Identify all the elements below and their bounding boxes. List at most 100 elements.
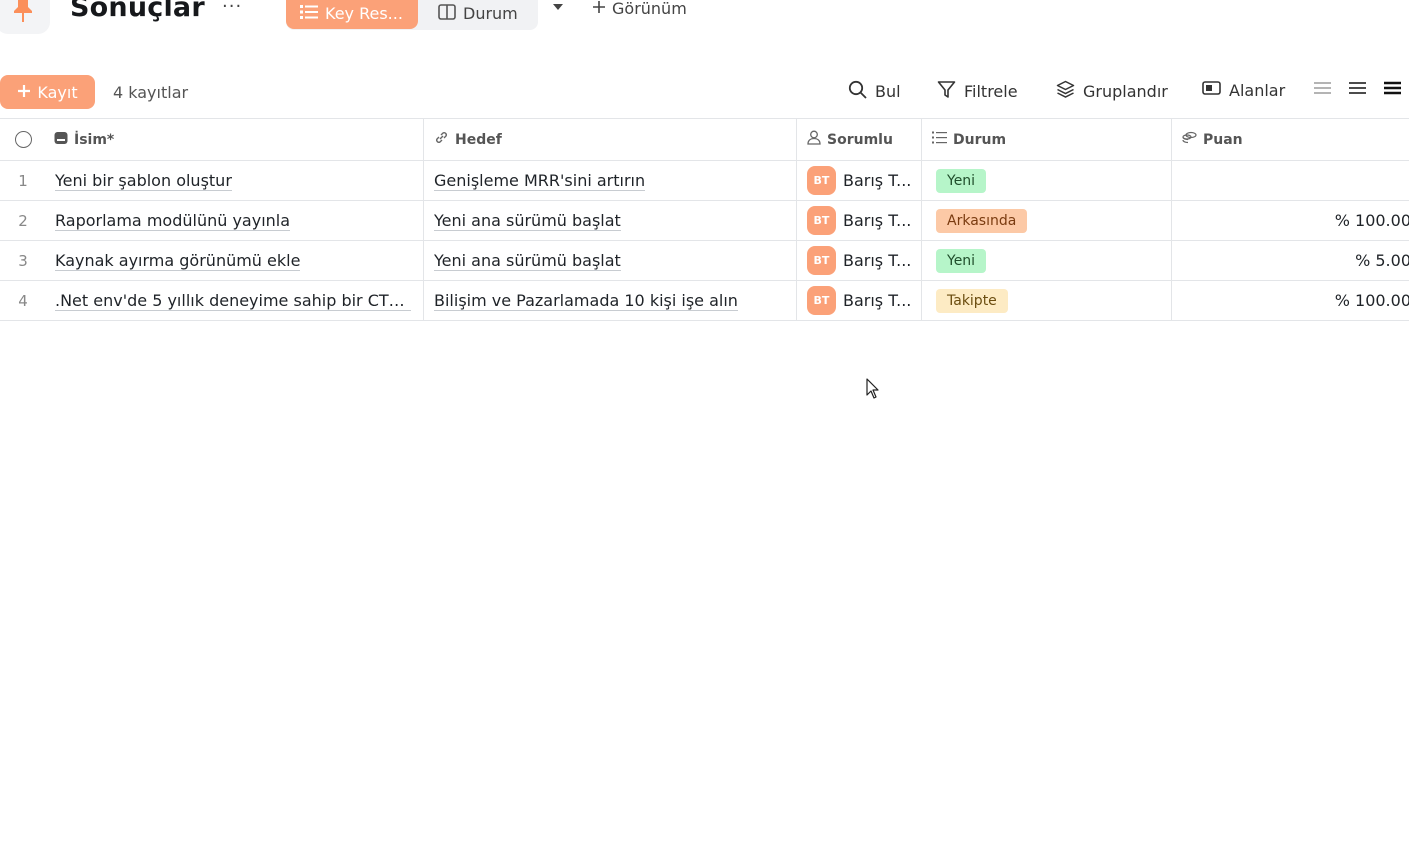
tab-label: Key Res...	[325, 4, 403, 23]
add-record-button[interactable]: Kayıt	[0, 75, 95, 109]
record-count: 4 kayıtlar	[113, 83, 189, 102]
name-cell[interactable]: Kaynak ayırma görünümü ekle	[46, 241, 424, 280]
owner-cell[interactable]: BT Barış T...	[797, 201, 922, 240]
record-name[interactable]: .Net env'de 5 yıllık deneyime sahip bir …	[55, 291, 411, 311]
column-header-status[interactable]: Durum	[922, 119, 1172, 160]
select-all-checkbox[interactable]	[14, 131, 32, 148]
currency-icon	[1182, 131, 1197, 149]
chevron-down-icon[interactable]	[552, 0, 564, 15]
filter-label: Filtrele	[964, 82, 1018, 101]
avatar: BT	[807, 166, 836, 195]
row-height-short-icon[interactable]	[1314, 80, 1331, 100]
owner-cell[interactable]: BT Barış T...	[797, 161, 922, 200]
column-header-owner[interactable]: Sorumlu	[797, 119, 922, 160]
mouse-cursor	[866, 378, 880, 404]
group-label: Gruplandır	[1083, 82, 1168, 101]
record-name[interactable]: Yeni bir şablon oluştur	[55, 171, 232, 191]
table-row[interactable]: 2 Raporlama modülünü yayınla Yeni ana sürü…	[0, 201, 1409, 241]
page-title: Sonuçlar	[70, 0, 205, 23]
owner-name: Barış T...	[843, 211, 912, 230]
plus-icon	[17, 83, 31, 102]
name-cell[interactable]: Yeni bir şablon oluştur	[46, 161, 424, 200]
row-height-medium-icon[interactable]	[1349, 80, 1366, 100]
status-badge: Yeni	[936, 168, 987, 193]
table-row[interactable]: 3 Kaynak ayırma görünümü ekle Yeni ana sür…	[0, 241, 1409, 281]
name-cell[interactable]: .Net env'de 5 yıllık deneyime sahip bir …	[46, 281, 424, 320]
status-cell[interactable]: Yeni	[922, 241, 1172, 280]
avatar: BT	[807, 246, 836, 275]
search-icon	[848, 80, 867, 103]
score-cell[interactable]: % 5.00	[1172, 241, 1409, 280]
row-number: 3	[18, 251, 28, 270]
avatar: BT	[807, 206, 836, 235]
row-height-controls	[1314, 80, 1401, 100]
column-header-goal[interactable]: Hedef	[424, 119, 797, 160]
column-label: Durum	[953, 131, 1007, 148]
table-row[interactable]: 1 Yeni bir şablon oluştur Genişleme MRR'si…	[0, 161, 1409, 201]
row-number: 4	[18, 291, 28, 310]
link-icon	[434, 130, 449, 149]
find-button[interactable]: Bul	[848, 80, 901, 103]
column-label: Puan	[1203, 131, 1243, 148]
more-options-button[interactable]: ···	[222, 0, 242, 17]
find-label: Bul	[875, 82, 901, 101]
fields-label: Alanlar	[1229, 80, 1286, 100]
owner-cell[interactable]: BT Barış T...	[797, 241, 922, 280]
owner-name: Barış T...	[843, 171, 912, 190]
select-all-cell	[0, 119, 46, 160]
row-height-tall-icon[interactable]	[1384, 80, 1401, 100]
goal-cell[interactable]: Yeni ana sürümü başlat	[424, 201, 797, 240]
score-cell[interactable]	[1172, 161, 1409, 200]
column-label: İsim*	[74, 131, 115, 148]
board-icon	[438, 3, 456, 24]
filter-button[interactable]: Filtrele	[937, 80, 1018, 103]
tab-durum[interactable]: Durum	[424, 0, 530, 29]
pin-icon[interactable]	[0, 0, 50, 34]
goal-cell[interactable]: Yeni ana sürümü başlat	[424, 241, 797, 280]
record-name[interactable]: Kaynak ayırma görünümü ekle	[55, 251, 301, 271]
status-badge: Arkasında	[936, 208, 1028, 233]
owner-name: Barış T...	[843, 291, 912, 310]
name-cell[interactable]: Raporlama modülünü yayınla	[46, 201, 424, 240]
record-name[interactable]: Raporlama modülünü yayınla	[55, 211, 291, 231]
linked-goal[interactable]: Bilişim ve Pazarlamada 10 kişi işe alın	[434, 291, 738, 311]
status-cell[interactable]: Arkasında	[922, 201, 1172, 240]
score-value: % 100.00	[1334, 291, 1409, 310]
status-cell[interactable]: Takipte	[922, 281, 1172, 320]
add-view-button[interactable]: Görünüm	[592, 0, 687, 18]
owner-name: Barış T...	[843, 251, 912, 270]
view-tabs: Key Res... Durum	[286, 0, 538, 30]
table-row[interactable]: 4 .Net env'de 5 yıllık deneyime sahip bir…	[0, 281, 1409, 321]
column-header-score[interactable]: Puan	[1172, 119, 1409, 160]
column-label: Sorumlu	[827, 131, 893, 148]
filter-icon	[937, 80, 956, 103]
status-cell[interactable]: Yeni	[922, 161, 1172, 200]
goal-cell[interactable]: Bilişim ve Pazarlamada 10 kişi işe alın	[424, 281, 797, 320]
score-value: % 5.00	[1355, 251, 1409, 270]
table-header-row: İsim* Hedef Sorumlu Durum Puan	[0, 118, 1409, 161]
status-badge: Yeni	[936, 248, 987, 273]
tab-key-results[interactable]: Key Res...	[286, 0, 418, 29]
page-header: Sonuçlar ··· Key Res... Durum Görünüm	[0, 0, 1409, 40]
score-cell[interactable]: % 100.00	[1172, 281, 1409, 320]
fields-icon	[1202, 80, 1221, 100]
score-cell[interactable]: % 100.00	[1172, 201, 1409, 240]
plus-icon	[592, 0, 606, 18]
add-view-label: Görünüm	[612, 0, 687, 18]
score-value: % 100.00	[1334, 211, 1409, 230]
linked-goal[interactable]: Yeni ana sürümü başlat	[434, 251, 621, 271]
owner-cell[interactable]: BT Barış T...	[797, 281, 922, 320]
linked-goal[interactable]: Genişleme MRR'sini artırın	[434, 171, 646, 191]
row-number: 1	[18, 171, 28, 190]
avatar: BT	[807, 286, 836, 315]
status-list-icon	[932, 131, 947, 148]
goal-cell[interactable]: Genişleme MRR'sini artırın	[424, 161, 797, 200]
layers-icon	[1056, 80, 1075, 103]
linked-goal[interactable]: Yeni ana sürümü başlat	[434, 211, 621, 231]
list-icon	[300, 4, 318, 24]
add-record-label: Kayıt	[37, 82, 78, 102]
fields-button[interactable]: Alanlar	[1202, 80, 1285, 100]
row-number: 2	[18, 211, 28, 230]
group-button[interactable]: Gruplandır	[1056, 80, 1168, 103]
column-header-name[interactable]: İsim*	[46, 119, 424, 160]
